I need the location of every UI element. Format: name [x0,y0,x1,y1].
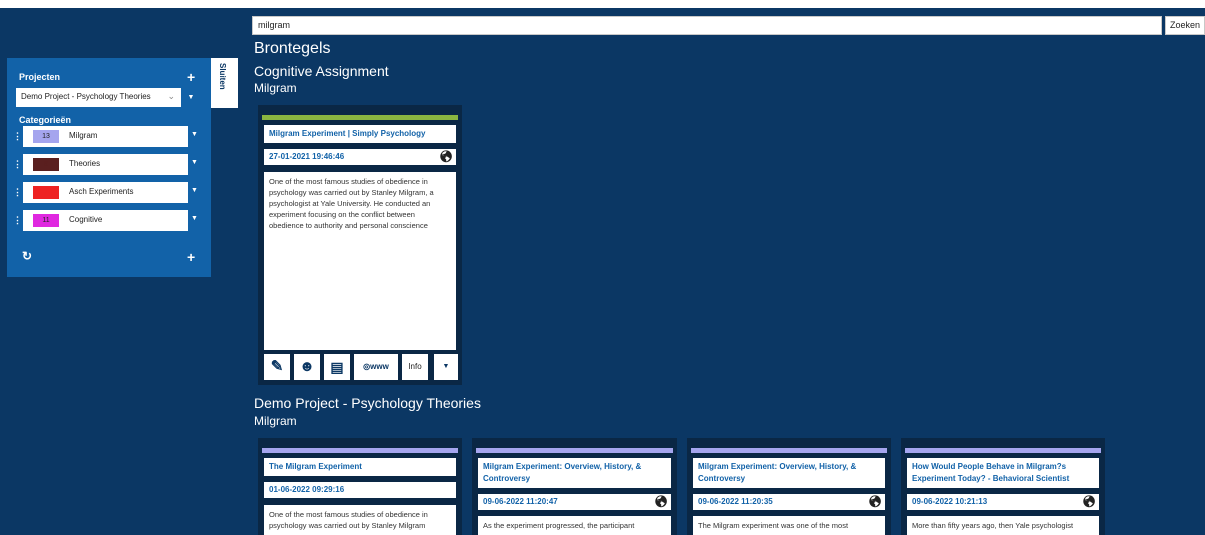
globe-icon[interactable]: 🌎︎ [868,495,882,508]
categories-label: Categorieën [19,115,72,125]
card-description: The Milgram experiment was one of the mo… [693,516,885,535]
category-count-badge: 13 [33,130,59,143]
card-date-row: 09-06-2022 11:20:47 🌎︎ [478,494,671,510]
category-item-theories[interactable]: ⋮ 8 Theories ▼ [13,154,208,175]
card-title-link[interactable]: Milgram Experiment: Overview, History, &… [693,458,885,488]
category-name: Asch Experiments [69,187,134,196]
card-color-bar [262,448,458,453]
globe-icon[interactable]: 🌎︎ [654,495,668,508]
card-color-bar [905,448,1101,453]
card-date-row: 01-06-2022 09:29:16 [264,482,456,498]
drag-handle-icon[interactable]: ⋮ [13,159,22,170]
add-category-icon[interactable]: + [187,250,195,264]
card-description: One of the most famous studies of obedie… [264,172,456,350]
drag-handle-icon[interactable]: ⋮ [13,131,22,142]
info-button[interactable]: Info [402,354,428,380]
card-date-row: 09-06-2022 11:20:35 🌎︎ [693,494,885,510]
chevron-down-icon: ⌄ [167,91,175,101]
category-box[interactable]: 13 Milgram [23,126,188,147]
source-card: Milgram Experiment: Overview, History, &… [472,438,677,535]
top-strip [0,0,1205,8]
caret-down-icon[interactable]: ▼ [191,131,198,138]
card-title-link[interactable]: The Milgram Experiment [264,458,456,476]
caret-down-icon[interactable]: ▼ [191,159,198,166]
category-name: Milgram [69,131,98,140]
caret-down-icon[interactable]: ▼ [191,187,198,194]
project-select-value: Demo Project - Psychology Theories [21,92,151,101]
category-name: Theories [69,159,101,168]
source-card: Milgram Experiment | Simply Psychology 2… [258,105,462,385]
card-date-row: 27-01-2021 19:46:46 🌎︎ [264,149,456,165]
globe-icon[interactable]: 🌎︎ [1082,495,1096,508]
category-count-badge: 11 [33,214,59,227]
globe-icon[interactable]: 🌎︎ [439,150,453,163]
refresh-icon[interactable]: ↻ [22,249,32,263]
card-date: 27-01-2021 19:46:46 [269,152,345,161]
drag-handle-icon[interactable]: ⋮ [13,187,22,198]
sidebar-tab-label: Sluiten [218,63,227,90]
page-title: Brontegels [254,40,331,57]
project-select[interactable]: Demo Project - Psychology Theories ⌄ [16,88,181,107]
card-date-row: 09-06-2022 10:21:13 🌎︎ [907,494,1099,510]
search-input[interactable]: milgram [252,16,1162,35]
card-date: 01-06-2022 09:29:16 [269,485,345,494]
card-description: One of the most famous studies of obedie… [264,505,456,535]
card-date: 09-06-2022 11:20:47 [483,497,558,506]
source-card: How Would People Behave in Milgram?s Exp… [901,438,1105,535]
add-project-icon[interactable]: + [187,70,195,84]
face-icon[interactable]: ☻ [294,354,320,380]
card-color-bar [262,115,458,120]
search-button[interactable]: Zoeken [1165,16,1205,35]
category-box[interactable]: 8 Theories [23,154,188,175]
category-box[interactable]: 7 Asch Experiments [23,182,188,203]
section-title: Demo Project - Psychology Theories [254,395,481,411]
category-count-badge: 7 [33,186,59,199]
card-title-link[interactable]: How Would People Behave in Milgram?s Exp… [907,458,1099,488]
card-color-bar [691,448,887,453]
card-description: As the experiment progressed, the partic… [478,516,671,535]
drag-handle-icon[interactable]: ⋮ [13,215,22,226]
category-item-milgram[interactable]: ⋮ 13 Milgram ▼ [13,126,208,147]
card-title-link[interactable]: Milgram Experiment: Overview, History, &… [478,458,671,488]
card-title-link[interactable]: Milgram Experiment | Simply Psychology [264,125,456,143]
source-card: Milgram Experiment: Overview, History, &… [687,438,891,535]
caret-down-icon[interactable]: ▼ [191,215,198,222]
note-icon[interactable]: ▤ [324,354,350,380]
projects-label: Projecten [19,72,61,82]
card-color-bar [476,448,673,453]
card-options-caret-icon[interactable]: ▼ [434,354,458,380]
card-description: More than fifty years ago, then Yale psy… [907,516,1099,535]
www-icon[interactable]: ◎www [354,354,398,380]
category-item-cognitive[interactable]: ⋮ 11 Cognitive ▼ [13,210,208,231]
sidebar-close-tab[interactable]: Sluiten [211,58,238,108]
category-count-badge: 8 [33,158,59,171]
project-options-button[interactable]: ▼ [183,88,199,107]
category-box[interactable]: 11 Cognitive [23,210,188,231]
category-item-asch-experiments[interactable]: ⋮ 7 Asch Experiments ▼ [13,182,208,203]
pin-icon[interactable]: ✎ [264,354,290,380]
card-date: 09-06-2022 10:21:13 [912,497,988,506]
source-card: The Milgram Experiment 01-06-2022 09:29:… [258,438,462,535]
section-title: Cognitive Assignment [254,63,389,79]
section-subtitle: Milgram [254,414,297,428]
card-date: 09-06-2022 11:20:35 [698,497,773,506]
category-name: Cognitive [69,215,103,224]
section-subtitle: Milgram [254,81,297,95]
